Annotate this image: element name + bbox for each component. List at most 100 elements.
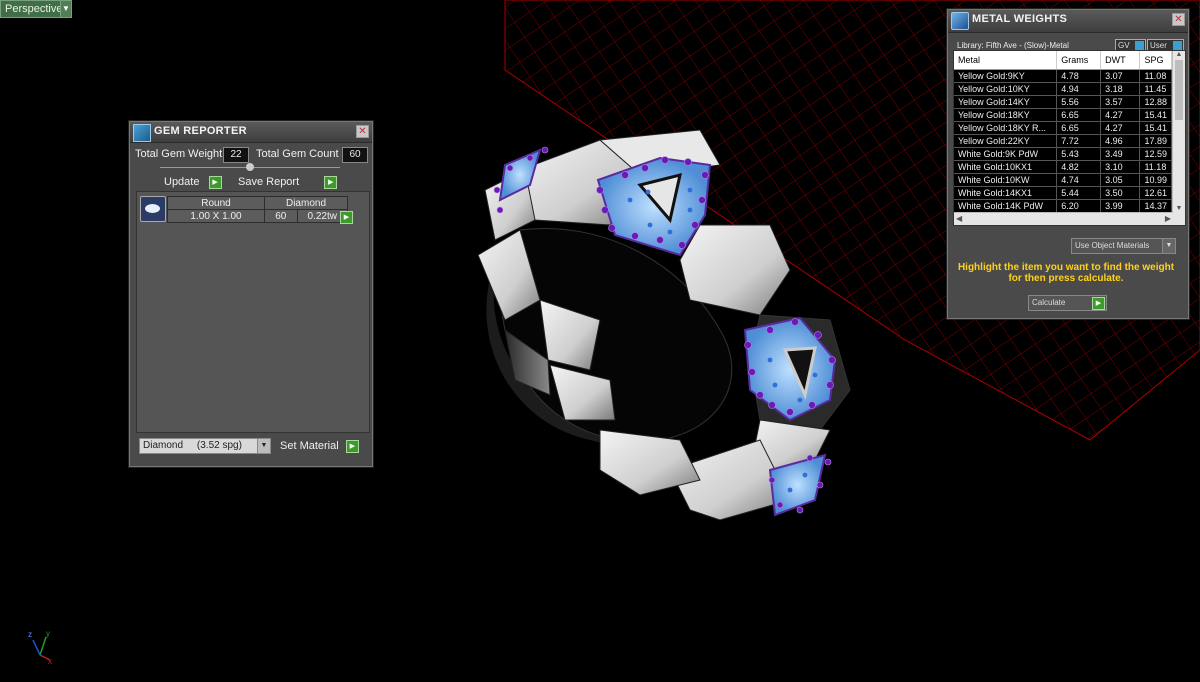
scroll-up-icon[interactable]: ▲	[1173, 51, 1185, 58]
table-row[interactable]: Yellow Gold:22KY 7.72 4.96 17.89	[954, 134, 1172, 148]
material-mode-value: Use Object Materials	[1075, 241, 1150, 250]
save-report-button[interactable]: Save Report ▶	[238, 174, 338, 190]
play-icon[interactable]: ▶	[324, 175, 338, 189]
column-header-spg[interactable]: SPG	[1139, 51, 1172, 70]
vertical-scrollbar[interactable]: ▲ ▼	[1172, 51, 1185, 225]
play-icon[interactable]: ▶	[1092, 297, 1105, 310]
scroll-down-icon[interactable]: ▼	[1173, 205, 1185, 212]
total-gem-weight-label: Total Gem Weight	[135, 148, 223, 160]
spg-cell: 12.88	[1139, 95, 1172, 109]
column-header-dwt[interactable]: DWT	[1100, 51, 1141, 70]
metal-weights-titlebar[interactable]: METAL WEIGHTS ✕	[948, 10, 1188, 33]
grams-cell: 6.65	[1056, 108, 1102, 122]
dwt-cell: 3.07	[1100, 69, 1141, 83]
dwt-cell: 3.50	[1100, 186, 1141, 200]
total-gem-count-label: Total Gem Count	[256, 148, 339, 160]
column-header-metal[interactable]: Metal	[954, 51, 1058, 70]
table-row[interactable]: White Gold:10KW 4.74 3.05 10.99	[954, 173, 1172, 187]
dwt-cell: 3.57	[1100, 95, 1141, 109]
gem-list[interactable]: Round Diamond 1.00 X 1.00 60 0.22tw ▶	[136, 191, 370, 433]
axis-gizmo: x y z	[28, 629, 52, 666]
dwt-cell: 3.99	[1100, 199, 1141, 213]
spg-cell: 15.41	[1139, 108, 1172, 122]
horizontal-scrollbar[interactable]: ◀ ▶	[954, 212, 1173, 225]
close-icon[interactable]: ✕	[1172, 13, 1185, 26]
material-select-value: Diamond (3.52 spg)	[143, 440, 242, 451]
table-row[interactable]: Yellow Gold:9KY 4.78 3.07 11.08	[954, 69, 1172, 83]
metal-cell: Yellow Gold:18KY	[954, 108, 1058, 122]
spg-cell: 14.37	[1139, 199, 1172, 213]
gem-row-table[interactable]: Round Diamond 1.00 X 1.00 60 0.22tw	[167, 196, 349, 223]
metal-cell: Yellow Gold:14KY	[954, 95, 1058, 109]
metal-cell: Yellow Gold:9KY	[954, 69, 1058, 83]
table-row[interactable]: White Gold:10KX1 4.82 3.10 11.18	[954, 160, 1172, 174]
select-gem-play-icon[interactable]: ▶	[340, 211, 353, 224]
update-button[interactable]: Update ▶	[164, 174, 222, 190]
play-icon[interactable]: ▶	[345, 439, 359, 453]
total-gem-weight-field: 22	[223, 147, 249, 163]
table-row[interactable]: White Gold:14KX1 5.44 3.50 12.61	[954, 186, 1172, 200]
spg-cell: 17.89	[1139, 134, 1172, 148]
metal-cell: Yellow Gold:18KY R...	[954, 121, 1058, 135]
gem-size-cell: 1.00 X 1.00	[167, 209, 265, 223]
metal-cell: Yellow Gold:22KY	[954, 134, 1058, 148]
set-material-button[interactable]: Set Material ▶	[280, 438, 359, 454]
grams-cell: 6.65	[1056, 121, 1102, 135]
axis-label-y: y	[46, 629, 50, 638]
chevron-down-icon[interactable]: ▼	[1162, 239, 1175, 253]
viewport-label[interactable]: Perspective	[0, 0, 68, 18]
metal-weights-table[interactable]: Metal Grams DWT SPG Yellow Gold:9KY 4.78 3…	[953, 50, 1186, 226]
metal-cell: White Gold:14KX1	[954, 186, 1058, 200]
library-label: Library: Fifth Ave - (Slow)-Metal	[957, 41, 1069, 50]
dwt-cell: 4.27	[1100, 108, 1141, 122]
calculate-label: Calculate	[1032, 298, 1066, 307]
grams-cell: 5.43	[1056, 147, 1102, 161]
gem-reporter-app-icon	[133, 124, 151, 142]
grams-cell: 4.78	[1056, 69, 1102, 83]
grams-cell: 6.20	[1056, 199, 1102, 213]
gem-count-cell: 60	[264, 209, 298, 223]
dwt-cell: 3.49	[1100, 147, 1141, 161]
table-row[interactable]: Yellow Gold:10KY 4.94 3.18 11.45	[954, 82, 1172, 96]
table-header-row: Metal Grams DWT SPG	[954, 51, 1172, 70]
scroll-left-icon[interactable]: ◀	[956, 214, 962, 223]
table-row[interactable]: Yellow Gold:18KY R... 6.65 4.27 15.41	[954, 121, 1172, 135]
grams-cell: 4.82	[1056, 160, 1102, 174]
scroll-right-icon[interactable]: ▶	[1165, 214, 1171, 223]
metal-weights-app-icon	[951, 12, 969, 30]
table-row[interactable]: Yellow Gold:18KY 6.65 4.27 15.41	[954, 108, 1172, 122]
table-row[interactable]: Round Diamond	[167, 196, 348, 210]
gem-reporter-title: GEM REPORTER	[154, 125, 247, 137]
gem-type-cell: Diamond	[264, 196, 348, 210]
grams-cell: 5.44	[1056, 186, 1102, 200]
scroll-thumb[interactable]	[1175, 60, 1183, 120]
material-mode-select[interactable]: Use Object Materials ▼	[1071, 238, 1176, 254]
table-row[interactable]: White Gold:9K PdW 5.43 3.49 12.59	[954, 147, 1172, 161]
table-row[interactable]: White Gold:14K PdW 6.20 3.99 14.37	[954, 199, 1172, 213]
close-icon[interactable]: ✕	[356, 125, 369, 138]
divider-knob-icon[interactable]	[246, 163, 254, 171]
gem-reporter-panel: GEM REPORTER ✕ Total Gem Weight 22 Total…	[129, 121, 373, 467]
gem-reporter-titlebar[interactable]: GEM REPORTER ✕	[130, 122, 372, 143]
chevron-down-icon[interactable]: ▼	[257, 439, 270, 453]
table-row[interactable]: 1.00 X 1.00 60 0.22tw	[167, 209, 349, 223]
round-gem-thumbnail-icon[interactable]	[140, 196, 166, 222]
dwt-cell: 4.96	[1100, 134, 1141, 148]
grams-cell: 5.56	[1056, 95, 1102, 109]
calculate-button[interactable]: Calculate ▶	[1028, 295, 1107, 311]
dwt-cell: 4.27	[1100, 121, 1141, 135]
metal-cell: White Gold:10KW	[954, 173, 1058, 187]
spg-cell: 12.61	[1139, 186, 1172, 200]
set-material-label: Set Material	[280, 440, 339, 452]
dwt-cell: 3.10	[1100, 160, 1141, 174]
column-header-grams[interactable]: Grams	[1056, 51, 1102, 70]
material-select[interactable]: Diamond (3.52 spg) ▼	[139, 438, 271, 454]
dwt-cell: 3.05	[1100, 173, 1141, 187]
viewport-menu-arrow-icon[interactable]: ▼	[60, 0, 72, 18]
spg-cell: 15.41	[1139, 121, 1172, 135]
spg-cell: 11.18	[1139, 160, 1172, 174]
grams-cell: 7.72	[1056, 134, 1102, 148]
instruction-text-line-2: for then press calculate.	[1008, 273, 1124, 284]
play-icon[interactable]: ▶	[208, 175, 222, 189]
table-row[interactable]: Yellow Gold:14KY 5.56 3.57 12.88	[954, 95, 1172, 109]
